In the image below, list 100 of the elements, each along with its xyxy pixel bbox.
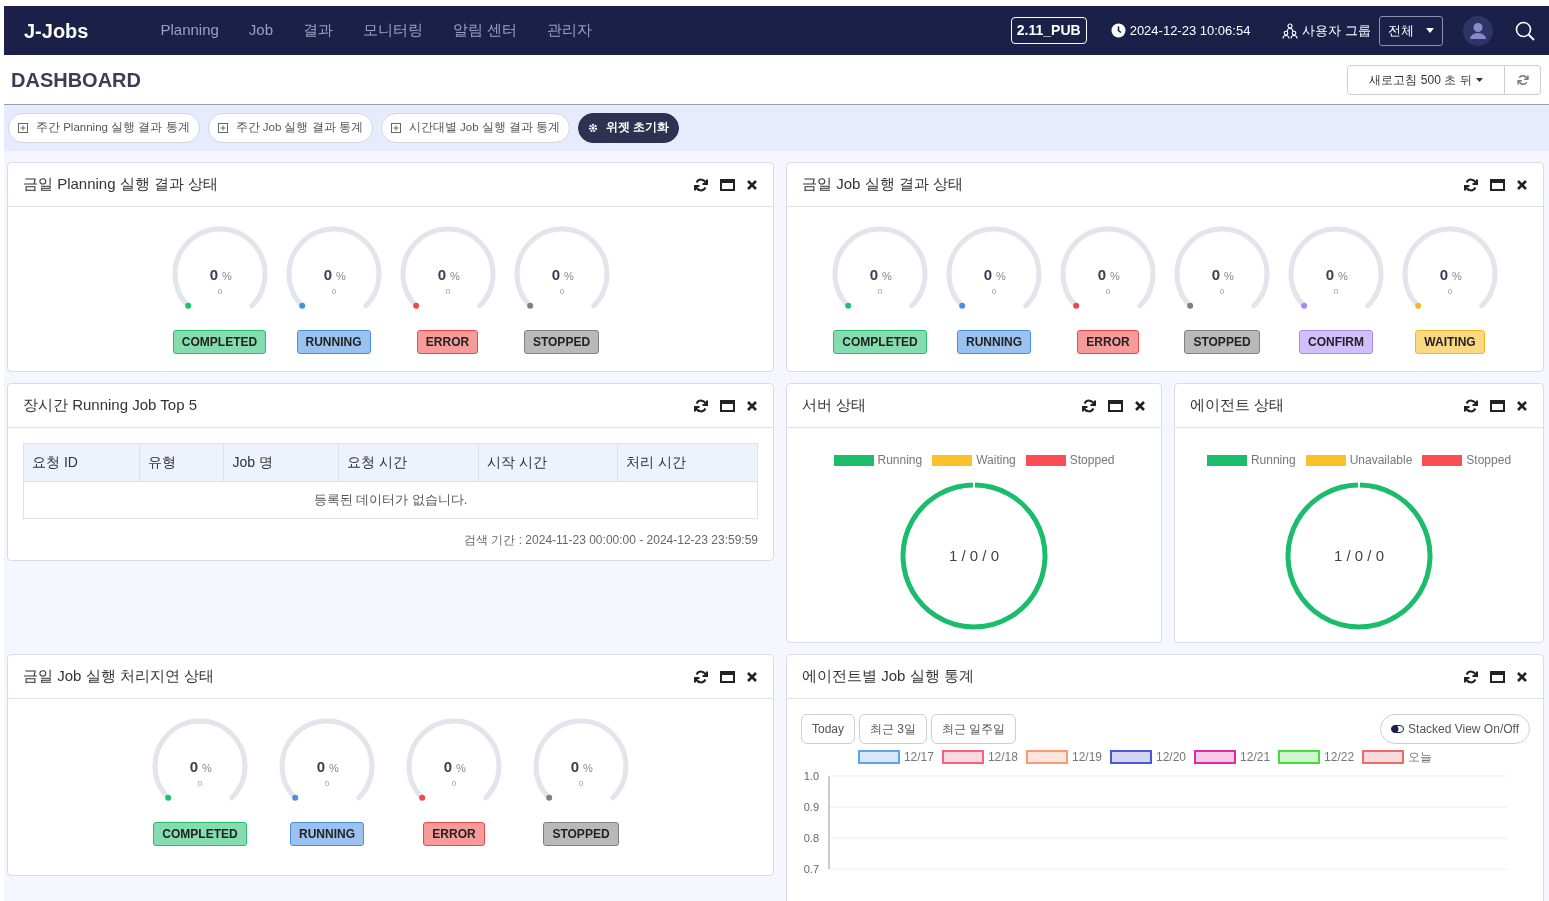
- status-label: ERROR: [1077, 330, 1139, 354]
- gauge-count: 0: [451, 779, 457, 788]
- gauge-value: 0: [189, 758, 198, 775]
- gauge-value: 0: [983, 266, 992, 283]
- column-header: 요청 시간: [338, 443, 479, 482]
- avatar-icon[interactable]: [1463, 15, 1493, 46]
- close-icon[interactable]: [747, 400, 757, 411]
- ring-center-text: 1 / 0 / 0: [1334, 547, 1384, 564]
- legend-label: Stopped: [1466, 452, 1512, 469]
- legend-label: 12/22: [1324, 749, 1355, 766]
- widget-title: 금일 Job 실행 결과 상태: [802, 174, 963, 195]
- close-icon[interactable]: [747, 179, 757, 190]
- legend-label: Running: [877, 452, 923, 469]
- range-button[interactable]: 최근 일주일: [931, 714, 1017, 744]
- logo[interactable]: J-Jobs: [24, 15, 89, 46]
- legend-label: 12/19: [1071, 749, 1102, 766]
- reset-widgets-button[interactable]: 위젯 초기화: [578, 113, 680, 143]
- add-widget-button[interactable]: 주간 Planning 실행 결과 통계: [8, 113, 200, 143]
- status-label: RUNNING: [290, 822, 364, 846]
- maximize-icon[interactable]: [1108, 399, 1123, 412]
- page-title: DASHBOARD: [11, 67, 141, 92]
- refresh-icon[interactable]: [1082, 398, 1096, 413]
- widget-title: 에이전트별 Job 실행 통계: [802, 666, 974, 687]
- column-header: Job 명: [223, 443, 339, 482]
- legend-label: 12/21: [1240, 749, 1271, 766]
- version-badge: 2.11_PUB: [1010, 17, 1087, 44]
- close-icon[interactable]: [1517, 179, 1527, 190]
- status-label: ERROR: [423, 822, 485, 846]
- toggle-icon: [1391, 725, 1405, 733]
- close-icon[interactable]: [1135, 400, 1145, 411]
- refresh-icon[interactable]: [1464, 177, 1478, 192]
- add-widget-button[interactable]: 주간 Job 실행 결과 통계: [207, 113, 373, 143]
- unit-label: %: [996, 270, 1006, 282]
- nav-menu-link[interactable]: Planning: [160, 19, 219, 42]
- maximize-icon[interactable]: [720, 178, 735, 191]
- gauge-count: 0: [877, 287, 883, 296]
- refresh-icon[interactable]: [694, 398, 708, 413]
- search-icon[interactable]: [1515, 20, 1535, 41]
- gauge-count: 0: [1219, 287, 1225, 296]
- unit-label: %: [456, 762, 466, 774]
- refresh-button[interactable]: [1505, 64, 1541, 95]
- gear-icon: [588, 123, 599, 133]
- nav-menu-link[interactable]: 결과: [303, 19, 334, 42]
- gauge-count: 0: [324, 779, 330, 788]
- widget-title: 금일 Planning 실행 결과 상태: [23, 174, 219, 195]
- gauge-count: 0: [1105, 287, 1111, 296]
- gauge-value: 0: [869, 266, 878, 283]
- refresh-icon[interactable]: [694, 177, 708, 192]
- add-widget-button[interactable]: 시간대별 Job 실행 결과 통계: [380, 113, 571, 143]
- legend-label: Waiting: [976, 452, 1016, 469]
- gauge-value: 0: [209, 266, 218, 283]
- legend-label: 12/18: [987, 749, 1018, 766]
- legend-label: 12/20: [1156, 749, 1187, 766]
- gauge-count: 0: [559, 287, 564, 296]
- maximize-icon[interactable]: [720, 670, 735, 683]
- y-tick-label: 0.9: [803, 801, 819, 813]
- maximize-icon[interactable]: [720, 399, 735, 412]
- nav-menu-link[interactable]: Job: [248, 19, 274, 42]
- widget-title: 에이전트 상태: [1190, 395, 1285, 416]
- maximize-icon[interactable]: [1490, 399, 1505, 412]
- column-header: 요청 ID: [23, 443, 140, 482]
- column-header: 유형: [139, 443, 224, 482]
- y-tick-label: 1.0: [803, 770, 819, 782]
- range-button[interactable]: 최근 3일: [859, 714, 928, 744]
- status-label: CONFIRM: [1299, 330, 1373, 354]
- unit-label: %: [1338, 270, 1348, 282]
- gauge-value: 0: [437, 266, 446, 283]
- legend-label: 12/17: [903, 749, 934, 766]
- group-label: 사용자 그룹: [1302, 21, 1371, 40]
- close-icon[interactable]: [1517, 400, 1527, 411]
- unit-label: %: [449, 270, 460, 282]
- stacked-view-toggle[interactable]: Stacked View On/Off: [1380, 714, 1530, 744]
- ring-center-text: 1 / 0 / 0: [949, 547, 999, 564]
- plus-square-icon: [217, 123, 228, 133]
- gauge-value: 0: [1439, 266, 1448, 283]
- unit-label: %: [329, 762, 339, 774]
- gauge-count: 0: [217, 287, 222, 296]
- refresh-icon[interactable]: [694, 669, 708, 684]
- unit-label: %: [882, 270, 892, 282]
- status-label: STOPPED: [1184, 330, 1260, 354]
- status-label: ERROR: [416, 330, 479, 354]
- unit-label: %: [563, 270, 574, 282]
- status-label: COMPLETED: [172, 330, 267, 354]
- nav-menu-link[interactable]: 알림 센터: [453, 19, 518, 42]
- group-select[interactable]: 전체: [1379, 15, 1443, 46]
- maximize-icon[interactable]: [1490, 670, 1505, 683]
- maximize-icon[interactable]: [1490, 178, 1505, 191]
- legend-label: Stopped: [1069, 452, 1115, 469]
- unit-label: %: [1110, 270, 1120, 282]
- range-button[interactable]: Today: [801, 714, 856, 744]
- refresh-icon[interactable]: [1464, 669, 1478, 684]
- close-icon[interactable]: [747, 671, 757, 682]
- gauge-count: 0: [1333, 287, 1339, 296]
- nav-menu-link[interactable]: 관리자: [547, 19, 593, 42]
- gauge-value: 0: [1097, 266, 1106, 283]
- unit-label: %: [1224, 270, 1234, 282]
- refresh-interval-dropdown[interactable]: 새로고침 500 초 뒤: [1347, 64, 1505, 95]
- close-icon[interactable]: [1517, 671, 1527, 682]
- refresh-icon[interactable]: [1464, 398, 1478, 413]
- nav-menu-link[interactable]: 모니터링: [363, 19, 424, 42]
